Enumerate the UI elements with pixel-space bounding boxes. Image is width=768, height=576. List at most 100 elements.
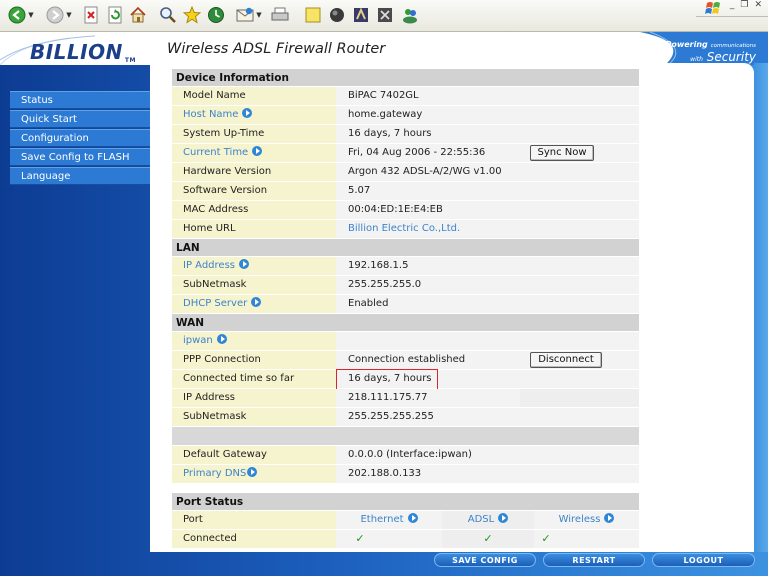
browser-toolbar: ▼ ▼ ▼ _ ❐ ✕ xyxy=(0,0,768,32)
section-lan: LAN xyxy=(172,239,639,257)
current-time-value: Fri, 04 Aug 2006 - 22:55:36 xyxy=(348,147,486,158)
search-button[interactable] xyxy=(158,4,178,26)
printer-icon xyxy=(271,7,289,21)
media-button[interactable] xyxy=(352,4,370,26)
home-url-link[interactable]: Billion Electric Co.,Ltd. xyxy=(348,220,460,238)
row-default-gateway: Default Gateway 0.0.0.0 (Interface:ipwan… xyxy=(172,446,639,465)
print-button[interactable] xyxy=(270,4,290,26)
row-lan-ip: IP Address 192.168.1.5 xyxy=(172,257,639,276)
arrow-circle-icon[interactable] xyxy=(242,108,253,118)
row-wan-ip: IP Address 218.111.175.77 xyxy=(172,389,639,408)
blank-separator-row xyxy=(172,427,639,446)
history-button[interactable] xyxy=(206,4,226,26)
back-dropdown-icon[interactable]: ▼ xyxy=(28,11,33,19)
row-host-name: Host Name home.gateway xyxy=(172,106,639,125)
current-time-link[interactable]: Current Time xyxy=(183,147,248,158)
row-model-name: Model Name BiPAC 7402GL xyxy=(172,87,639,106)
research-button[interactable] xyxy=(376,4,394,26)
stop-button[interactable] xyxy=(82,4,100,26)
back-button[interactable]: ▼ xyxy=(6,4,36,26)
ipwan-link[interactable]: ipwan xyxy=(183,335,213,346)
arrow-circle-icon[interactable] xyxy=(238,259,249,269)
arrow-circle-icon[interactable] xyxy=(252,146,263,156)
menu-item-status[interactable]: Status xyxy=(10,91,150,109)
wan-ip-value: 218.111.175.77 xyxy=(348,392,428,403)
menu-item-save-config[interactable]: Save Config to FLASH xyxy=(10,148,150,166)
section-wan: WAN xyxy=(172,314,639,332)
section-device-information: Device Information xyxy=(172,69,639,87)
status-content-panel: Device Information Model Name BiPAC 7402… xyxy=(150,63,754,552)
row-system-uptime: System Up-Time 16 days, 7 hours xyxy=(172,125,639,144)
lan-subnetmask-label: SubNetmask xyxy=(172,276,336,294)
forward-button[interactable]: ▼ xyxy=(44,4,74,26)
window-controls: _ ❐ ✕ xyxy=(704,0,768,14)
lan-ip-cell: IP Address xyxy=(172,257,336,275)
row-hardware-version: Hardware Version Argon 432 ADSL-A/2/WG v… xyxy=(172,163,639,182)
port-status-table: Port Status Port Ethernet ADSL Wireless … xyxy=(172,493,639,549)
lan-ip-link[interactable]: IP Address xyxy=(183,260,235,271)
menu-item-quick-start[interactable]: Quick Start xyxy=(10,110,150,128)
discuss-button[interactable] xyxy=(328,4,346,26)
minimize-icon[interactable]: _ xyxy=(730,0,735,14)
arrow-circle-icon[interactable] xyxy=(407,513,418,523)
brand-tagline: Powering communications with Security xyxy=(666,41,757,63)
arrow-circle-icon[interactable] xyxy=(247,467,258,477)
stop-icon xyxy=(84,6,98,24)
row-port: Port Ethernet ADSL Wireless xyxy=(172,511,639,530)
forward-dropdown-icon[interactable]: ▼ xyxy=(66,11,71,19)
dhcp-server-link[interactable]: DHCP Server xyxy=(183,298,247,309)
arrow-circle-icon[interactable] xyxy=(216,334,227,344)
favorites-button[interactable] xyxy=(182,4,202,26)
arrow-circle-icon[interactable] xyxy=(604,513,615,523)
row-home-url: Home URL Billion Electric Co.,Ltd. xyxy=(172,220,639,239)
window-controls-divider xyxy=(696,16,768,17)
forward-arrow-icon xyxy=(46,6,64,24)
refresh-icon xyxy=(108,6,122,24)
logout-button[interactable]: LOGOUT xyxy=(652,553,755,567)
host-name-link[interactable]: Host Name xyxy=(183,109,238,120)
row-ppp-connection: PPP Connection Connection established Di… xyxy=(172,351,639,370)
primary-dns-value: 202.188.0.133 xyxy=(336,465,639,483)
save-config-button[interactable]: SAVE CONFIG xyxy=(434,553,536,567)
edit-button[interactable] xyxy=(304,4,322,26)
port-columns: Ethernet ADSL Wireless xyxy=(336,511,639,529)
arrow-circle-icon[interactable] xyxy=(498,513,509,523)
port-col-ethernet: Ethernet xyxy=(336,511,442,529)
system-uptime-value: 16 days, 7 hours xyxy=(336,125,639,143)
mail-dropdown-icon[interactable]: ▼ xyxy=(256,11,261,19)
ethernet-link[interactable]: Ethernet xyxy=(360,514,403,525)
wireless-link[interactable]: Wireless xyxy=(559,514,601,525)
connected-columns: ✓ ✓ ✓ xyxy=(336,530,639,548)
adsl-link[interactable]: ADSL xyxy=(468,514,494,525)
tagline-with: with xyxy=(690,55,703,63)
restart-button[interactable]: RESTART xyxy=(543,553,645,567)
menu-item-configuration[interactable]: Configuration xyxy=(10,129,150,147)
row-ipwan: ipwan xyxy=(172,332,639,351)
logo-trademark: TM xyxy=(124,57,136,64)
ppp-connection-value-cell: Connection established Disconnect xyxy=(336,351,639,369)
disconnect-button[interactable]: Disconnect xyxy=(530,352,602,368)
history-icon xyxy=(208,7,224,23)
hardware-version-label: Hardware Version xyxy=(172,163,336,181)
wan-subnetmask-label: SubNetmask xyxy=(172,408,336,426)
port-col-adsl: ADSL xyxy=(442,511,534,529)
adsl-check-icon: ✓ xyxy=(442,530,534,548)
menu-item-language[interactable]: Language xyxy=(10,167,150,185)
mail-button[interactable]: ▼ xyxy=(234,4,264,26)
sync-now-button[interactable]: Sync Now xyxy=(530,145,594,161)
host-name-value: home.gateway xyxy=(336,106,639,124)
refresh-button[interactable] xyxy=(106,4,124,26)
messenger-button[interactable] xyxy=(400,4,420,26)
primary-dns-cell: Primary DNS xyxy=(172,465,336,483)
current-time-cell: Current Time xyxy=(172,144,336,162)
restore-icon[interactable]: ❐ xyxy=(740,0,748,14)
page-title: Wireless ADSL Firewall Router xyxy=(167,41,386,57)
row-lan-subnetmask: SubNetmask 255.255.255.0 xyxy=(172,276,639,295)
status-table: Device Information Model Name BiPAC 7402… xyxy=(172,69,639,484)
default-gateway-label: Default Gateway xyxy=(172,446,336,464)
primary-dns-link[interactable]: Primary DNS xyxy=(183,468,246,479)
home-button[interactable] xyxy=(128,4,148,26)
arrow-circle-icon[interactable] xyxy=(251,297,262,307)
close-icon[interactable]: ✕ xyxy=(754,0,762,14)
ipwan-cell: ipwan xyxy=(172,332,336,350)
